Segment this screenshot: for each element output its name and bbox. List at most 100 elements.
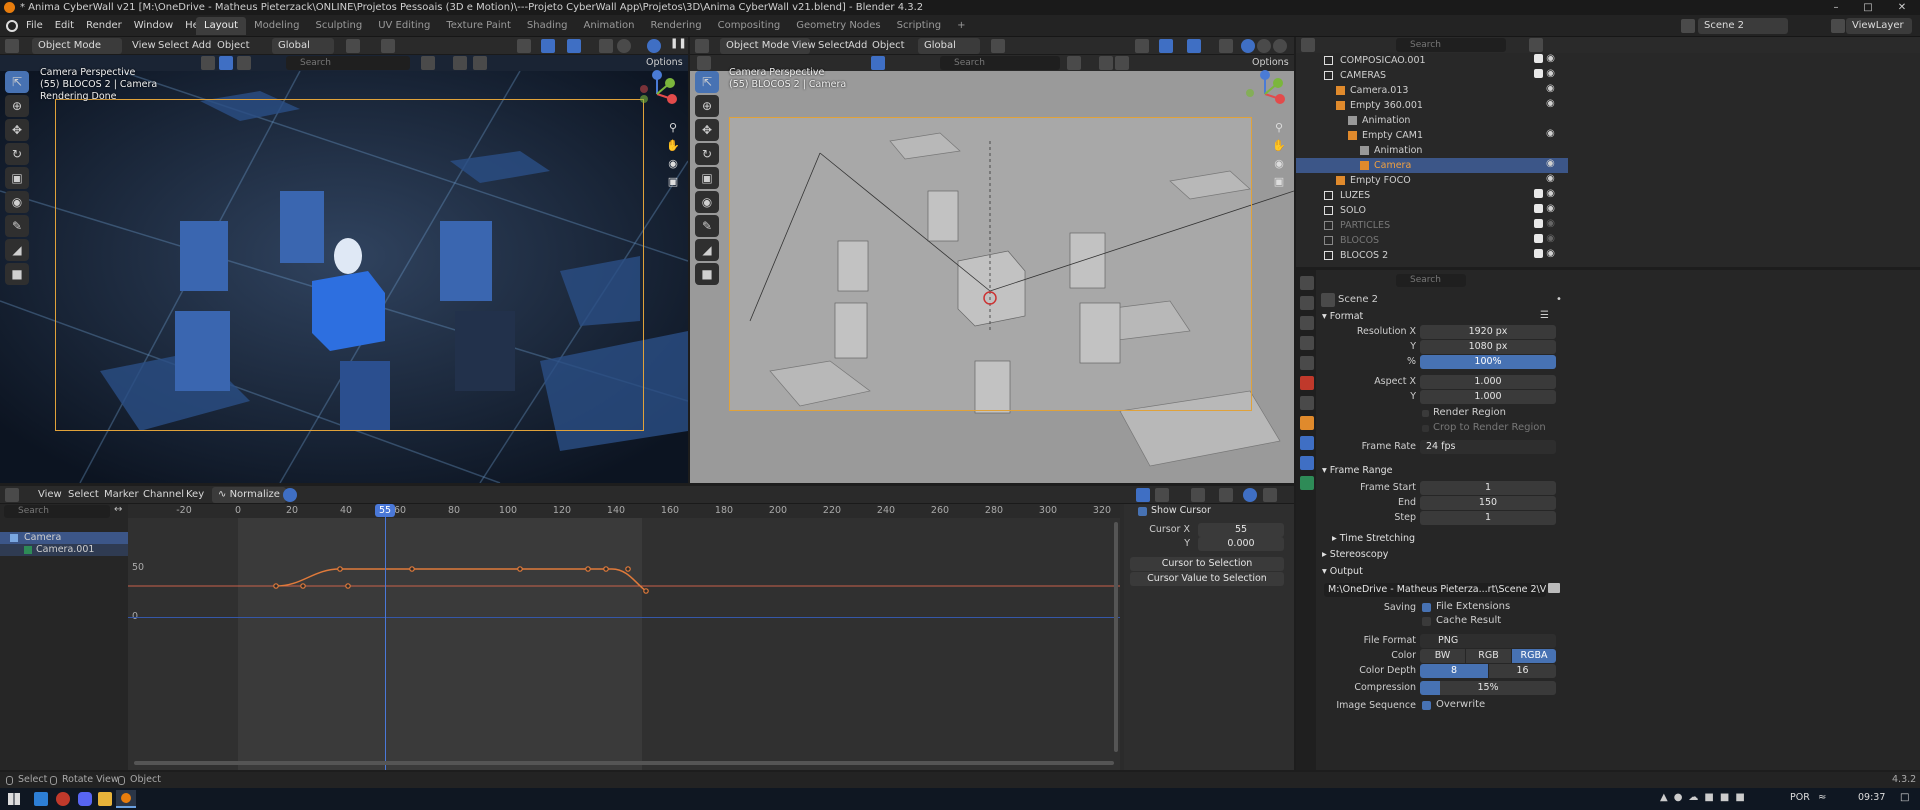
current-frame-indicator[interactable]: 55: [375, 504, 395, 517]
xray-icon[interactable]: [1219, 39, 1233, 53]
shading-rendered-icon[interactable]: [1273, 39, 1287, 53]
outliner-row-selected[interactable]: Camera: [1296, 158, 1568, 173]
funnel-icon[interactable]: [1191, 488, 1205, 502]
editor-type-icon[interactable]: [5, 39, 19, 53]
cache-result-checkbox[interactable]: [1422, 617, 1431, 626]
snap-icon[interactable]: [991, 39, 1005, 53]
vertical-scrollbar[interactable]: [1114, 522, 1118, 752]
menu-object[interactable]: Object: [211, 37, 256, 57]
taskbar-app-icon[interactable]: [56, 792, 70, 806]
world-tab-icon[interactable]: [1300, 376, 1314, 390]
tab-compositing[interactable]: Compositing: [710, 17, 789, 35]
mode-selector[interactable]: Object Mode: [32, 38, 122, 54]
rotate-tool[interactable]: ↻: [5, 143, 29, 165]
tab-uv-editing[interactable]: UV Editing: [370, 17, 438, 35]
overlay-icon[interactable]: [1187, 39, 1201, 53]
properties-search-input[interactable]: Search: [1396, 274, 1466, 287]
render-tab-icon[interactable]: [1300, 296, 1314, 310]
tab-scripting[interactable]: Scripting: [889, 17, 949, 35]
eye-icon[interactable]: ◉: [1546, 98, 1555, 109]
aspect-x-field[interactable]: 1.000: [1420, 375, 1556, 389]
eye-icon[interactable]: ◉: [1546, 218, 1555, 229]
output-panel-header[interactable]: ▾ Output: [1322, 565, 1363, 579]
measure-tool[interactable]: ◢: [5, 239, 29, 261]
filter-icon[interactable]: [237, 56, 251, 70]
object-tab-icon[interactable]: [1300, 416, 1314, 430]
outliner-row[interactable]: COMPOSICAO.001: [1296, 53, 1568, 68]
modifier-tab-icon[interactable]: [1300, 436, 1314, 450]
outliner-row[interactable]: BLOCOS 2: [1296, 248, 1568, 263]
taskbar-app-icon[interactable]: [34, 792, 48, 806]
pause-icon[interactable]: ❚❚: [670, 38, 687, 49]
measure-tool[interactable]: ◢: [695, 239, 719, 261]
shading-rendered-icon[interactable]: [647, 39, 661, 53]
visibility-icon[interactable]: [517, 39, 531, 53]
graph-area[interactable]: -20 0 20 40 60 80 100 120 140 160 180 20…: [128, 504, 1120, 770]
select-box-tool[interactable]: ⇱: [5, 71, 29, 93]
camera-view-icon[interactable]: ◉: [1270, 155, 1288, 173]
stereoscopy-panel-header[interactable]: ▸ Stereoscopy: [1322, 548, 1388, 562]
menu-object[interactable]: Object: [866, 37, 911, 57]
add-workspace-button[interactable]: +: [949, 17, 973, 35]
pin-icon[interactable]: •: [1556, 294, 1562, 305]
outliner-row[interactable]: Camera.013: [1296, 83, 1568, 98]
xray-icon[interactable]: [599, 39, 613, 53]
outliner-row[interactable]: Empty 360.001: [1296, 98, 1568, 113]
frame-start-field[interactable]: 1: [1420, 481, 1556, 495]
outliner-row[interactable]: LUZES: [1296, 188, 1568, 203]
eye-icon[interactable]: ◉: [1546, 158, 1555, 169]
viewport-search-input[interactable]: Search: [940, 56, 1060, 70]
view-layer-tab-icon[interactable]: [1300, 336, 1314, 350]
navigation-gizmo[interactable]: [1240, 69, 1290, 119]
proportional-edit-icon[interactable]: [381, 39, 395, 53]
color-depth-8-button[interactable]: 8: [1420, 664, 1488, 678]
eye-icon[interactable]: ◉: [1546, 173, 1555, 184]
color-rgb-button[interactable]: RGB: [1466, 649, 1511, 663]
tab-texture-paint[interactable]: Texture Paint: [438, 17, 519, 35]
taskbar-app-icon[interactable]: [98, 792, 112, 806]
time-stretching-panel-header[interactable]: ▸ Time Stretching: [1332, 532, 1415, 546]
eye-icon[interactable]: ◉: [1546, 53, 1555, 64]
orientation-selector[interactable]: Global: [918, 38, 980, 54]
swap-icon[interactable]: ↔: [114, 504, 122, 515]
list-icon[interactable]: ☰: [1540, 310, 1549, 321]
scale-tool[interactable]: ▣: [5, 167, 29, 189]
shading-solid-icon[interactable]: [1241, 39, 1255, 53]
language-indicator[interactable]: POR: [1790, 792, 1810, 803]
select-mode-icon[interactable]: [219, 56, 233, 70]
shading-solid-icon[interactable]: [617, 39, 631, 53]
tool-tab-icon[interactable]: [1300, 276, 1314, 290]
zoom-icon[interactable]: ⚲: [1270, 119, 1288, 137]
maximize-button[interactable]: □: [1858, 0, 1878, 15]
resolution-percent-field[interactable]: 100%: [1420, 355, 1556, 369]
menu-file[interactable]: File: [20, 15, 49, 37]
bookmark-icon[interactable]: [1067, 56, 1081, 70]
constraint-tab-icon[interactable]: [1300, 456, 1314, 470]
pivot-icon[interactable]: [1219, 488, 1233, 502]
file-extensions-checkbox[interactable]: [1422, 603, 1431, 612]
eye-icon[interactable]: ◉: [1546, 83, 1555, 94]
proportional-icon[interactable]: [1243, 488, 1257, 502]
annotate-tool[interactable]: ✎: [695, 215, 719, 237]
outliner-row[interactable]: Animation: [1296, 113, 1568, 128]
rotate-tool[interactable]: ↻: [695, 143, 719, 165]
outliner-row[interactable]: Empty FOCO: [1296, 173, 1568, 188]
add-cube-tool[interactable]: ■: [5, 263, 29, 285]
transform-tool[interactable]: ◉: [695, 191, 719, 213]
color-rgba-button[interactable]: RGBA: [1512, 649, 1556, 663]
eye-icon[interactable]: ◉: [1546, 248, 1555, 259]
file-format-dropdown[interactable]: PNG: [1420, 634, 1556, 648]
normalize-toggle[interactable]: ∿ Normalize: [212, 487, 286, 503]
tab-modeling[interactable]: Modeling: [246, 17, 308, 35]
viewport-left[interactable]: Object Mode View Select Add Object Globa…: [0, 37, 688, 483]
eye-icon[interactable]: ◉: [1546, 188, 1555, 199]
cursor-to-selection-button[interactable]: Cursor to Selection: [1130, 557, 1284, 571]
visibility-icon[interactable]: [1135, 39, 1149, 53]
object-types-icon[interactable]: [697, 56, 711, 70]
show-cursor-checkbox[interactable]: [1138, 507, 1147, 516]
camera-view-icon[interactable]: ◉: [664, 155, 682, 173]
scene-selector[interactable]: Scene 2: [1698, 18, 1788, 34]
eye-icon[interactable]: ◉: [1546, 68, 1555, 79]
tab-sculpting[interactable]: Sculpting: [308, 17, 371, 35]
pan-hand-icon[interactable]: ✋: [664, 137, 682, 155]
